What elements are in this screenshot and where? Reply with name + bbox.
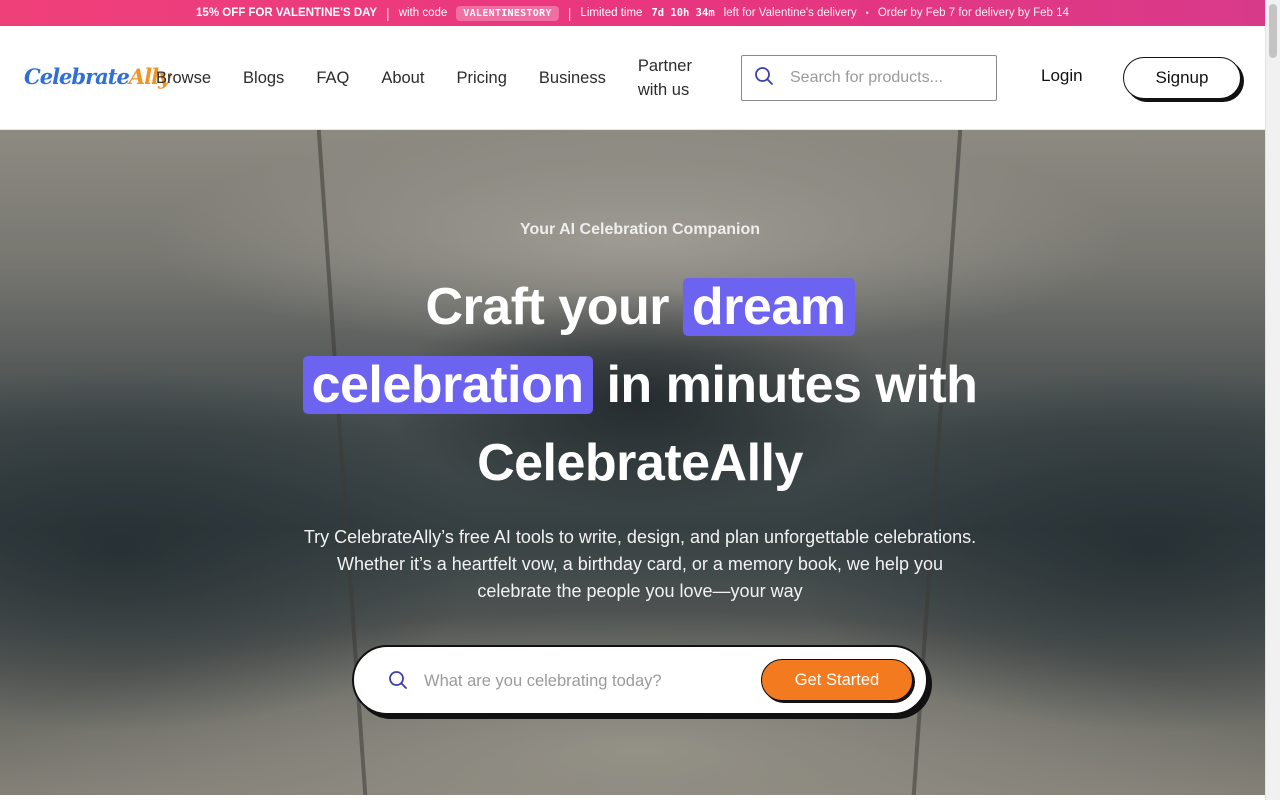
- scrollbar-thumb[interactable]: [1269, 4, 1277, 58]
- promo-countdown-suffix: left for Valentine's delivery: [723, 7, 857, 19]
- search-icon: [754, 66, 774, 91]
- nav-about[interactable]: About: [381, 66, 424, 90]
- hero-section: Your AI Celebration Companion Craft your…: [0, 130, 1265, 795]
- site-header: CelebrateAlly Browse Blogs FAQ About Pri…: [0, 26, 1265, 130]
- promo-code-badge[interactable]: VALENTINESTORY: [456, 5, 559, 21]
- promo-banner: 15% OFF FOR VALENTINE'S DAY | with code …: [0, 0, 1265, 26]
- headline-text: Craft your: [425, 278, 669, 336]
- promo-countdown: 7d 10h 34m: [651, 7, 715, 19]
- nav-browse[interactable]: Browse: [156, 66, 211, 90]
- promo-bullet: •: [865, 8, 869, 18]
- headline-highlight-dream: dream: [682, 278, 855, 336]
- nav-partner-with-us[interactable]: Partner with us: [638, 54, 698, 102]
- headline-highlight-celebration: celebration: [302, 356, 593, 414]
- nav-business[interactable]: Business: [539, 66, 606, 90]
- get-started-button[interactable]: Get Started: [761, 659, 913, 701]
- celebration-search-input[interactable]: [424, 667, 754, 695]
- brand-logo[interactable]: CelebrateAlly: [24, 64, 170, 89]
- page-scrollbar[interactable]: [1265, 0, 1280, 800]
- header-search-input[interactable]: [790, 69, 970, 87]
- login-link[interactable]: Login: [1041, 66, 1083, 86]
- promo-order-note: Order by Feb 7 for delivery by Feb 14: [877, 7, 1069, 19]
- promo-with-code: with code: [398, 7, 448, 19]
- logo-text-celebrate: Celebrate: [24, 64, 130, 89]
- hero-search-bar[interactable]: Get Started: [352, 645, 928, 715]
- headline-brand: CelebrateAlly: [477, 434, 803, 492]
- hero-headline: Craft your dream celebration in minutes …: [0, 268, 1265, 502]
- headline-text: in minutes with: [606, 356, 978, 414]
- nav-pricing[interactable]: Pricing: [456, 66, 506, 90]
- promo-divider: |: [567, 5, 572, 21]
- nav-blogs[interactable]: Blogs: [243, 66, 284, 90]
- promo-headline: 15% OFF FOR VALENTINE'S DAY: [196, 7, 378, 19]
- main-nav: Browse Blogs FAQ About Pricing Business …: [156, 26, 730, 130]
- nav-faq[interactable]: FAQ: [316, 66, 349, 90]
- hero-subtext: Try CelebrateAlly’s free AI tools to wri…: [303, 527, 977, 601]
- promo-divider: |: [386, 5, 390, 21]
- promo-limited: Limited time: [580, 7, 643, 19]
- header-search[interactable]: [741, 55, 997, 101]
- search-icon: [388, 670, 408, 695]
- signup-button[interactable]: Signup: [1123, 57, 1241, 99]
- hero-eyebrow: Your AI Celebration Companion: [519, 221, 760, 238]
- hero-content: Your AI Celebration Companion Craft your…: [0, 130, 1265, 795]
